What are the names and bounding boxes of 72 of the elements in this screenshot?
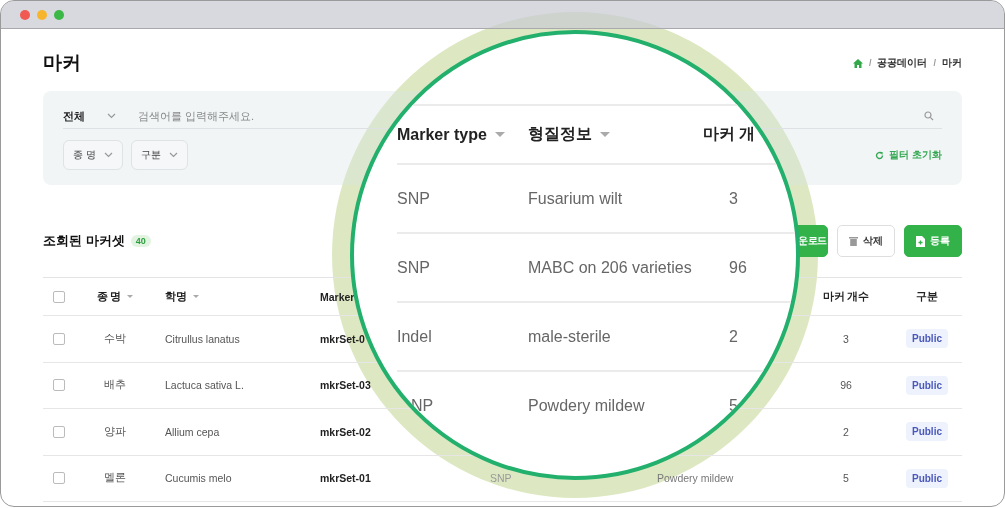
column-header: Marker xyxy=(320,290,355,303)
marker-set-id: mkrSet-01 xyxy=(320,472,371,485)
maximize-icon[interactable] xyxy=(54,9,64,20)
page-title: 마커 xyxy=(43,51,81,75)
scientific-name: Allium cepa xyxy=(165,425,220,438)
trait-text: Powdery mildew xyxy=(657,472,734,485)
scope-select[interactable]: 전체 xyxy=(63,108,138,124)
column-header: 구분 xyxy=(916,289,938,304)
column-header: 마커 개수 xyxy=(822,289,870,304)
zoomed-column-header[interactable]: Marker type xyxy=(397,125,487,144)
select-all-checkbox[interactable] xyxy=(53,290,65,303)
delete-button[interactable]: 삭제 xyxy=(837,225,895,257)
zoomed-trait: male-sterile xyxy=(528,327,611,345)
close-icon[interactable] xyxy=(20,9,30,20)
count-badge: 40 xyxy=(130,235,151,247)
species-name: 배추 xyxy=(104,378,126,393)
zoomed-trait: Fusarium wilt xyxy=(528,189,623,207)
scientific-name: Lactuca sativa L. xyxy=(165,379,244,392)
breadcrumb-item[interactable]: 공공데이터 xyxy=(877,56,928,70)
zoomed-marker-type: SNP xyxy=(397,189,430,207)
scientific-name: Cucumis melo xyxy=(165,472,232,485)
breadcrumb-separator: / xyxy=(868,58,872,68)
row-checkbox[interactable] xyxy=(53,472,65,485)
chevron-down-icon xyxy=(168,152,178,158)
sort-caret-icon[interactable] xyxy=(127,295,134,298)
access-badge: Public xyxy=(906,375,948,395)
column-header[interactable]: 종 명 xyxy=(96,289,122,304)
zoomed-column-header: 마커 개 xyxy=(703,124,756,144)
marker-count: 3 xyxy=(843,332,849,345)
zoomed-marker-type: Indel xyxy=(397,327,432,345)
zoomed-trait: MABC on 206 varieties xyxy=(528,258,692,276)
row-checkbox[interactable] xyxy=(53,332,65,345)
chevron-down-icon xyxy=(107,113,116,119)
home-icon[interactable] xyxy=(852,58,863,68)
trash-icon xyxy=(849,236,858,246)
species-name: 양파 xyxy=(104,424,126,439)
access-badge: Public xyxy=(906,468,948,488)
section-title: 조회된 마커셋 xyxy=(43,232,125,250)
zoomed-marker-count: 3 xyxy=(729,189,738,207)
zoomed-trait: Powdery mildew xyxy=(528,396,645,414)
marker-set-id: mkrSet-02 xyxy=(320,425,371,438)
sort-caret-icon[interactable] xyxy=(600,132,610,137)
marker-count: 2 xyxy=(843,425,849,438)
species-name: 수박 xyxy=(104,331,126,346)
filter-select[interactable]: 구분 xyxy=(130,140,188,170)
breadcrumb-separator: / xyxy=(933,58,936,68)
breadcrumb-item[interactable]: 마커 xyxy=(942,56,962,70)
refresh-icon xyxy=(875,150,885,160)
row-checkbox[interactable] xyxy=(53,379,65,392)
scientific-name: Citrullus lanatus xyxy=(165,332,240,345)
marker-set-id: mkrSet-0 xyxy=(320,332,365,345)
chevron-down-icon xyxy=(103,152,113,158)
zoomed-marker-type: SNP xyxy=(397,258,430,276)
search-icon[interactable] xyxy=(924,111,934,121)
filter-select[interactable]: 종 명 xyxy=(63,140,123,170)
zoomed-marker-count: 2 xyxy=(729,327,738,345)
sort-caret-icon[interactable] xyxy=(494,132,505,137)
minimize-icon[interactable] xyxy=(37,9,47,20)
marker-type: SNP xyxy=(490,472,512,485)
sort-caret-icon[interactable] xyxy=(193,295,199,298)
marker-count: 96 xyxy=(840,379,852,392)
species-name: 멜론 xyxy=(104,471,126,486)
marker-count: 5 xyxy=(843,472,849,485)
column-header[interactable]: 학명 xyxy=(165,289,187,304)
access-badge: Public xyxy=(906,422,948,442)
access-badge: Public xyxy=(906,329,948,349)
row-checkbox[interactable] xyxy=(53,425,65,438)
search-field[interactable]: 검색어를 입력해주세요. xyxy=(138,110,333,122)
zoomed-column-header[interactable]: 형질정보 xyxy=(528,124,592,145)
marker-set-id: mkrSet-03 xyxy=(320,379,371,392)
file-add-icon xyxy=(916,235,925,247)
zoomed-marker-count: 96 xyxy=(729,258,747,276)
